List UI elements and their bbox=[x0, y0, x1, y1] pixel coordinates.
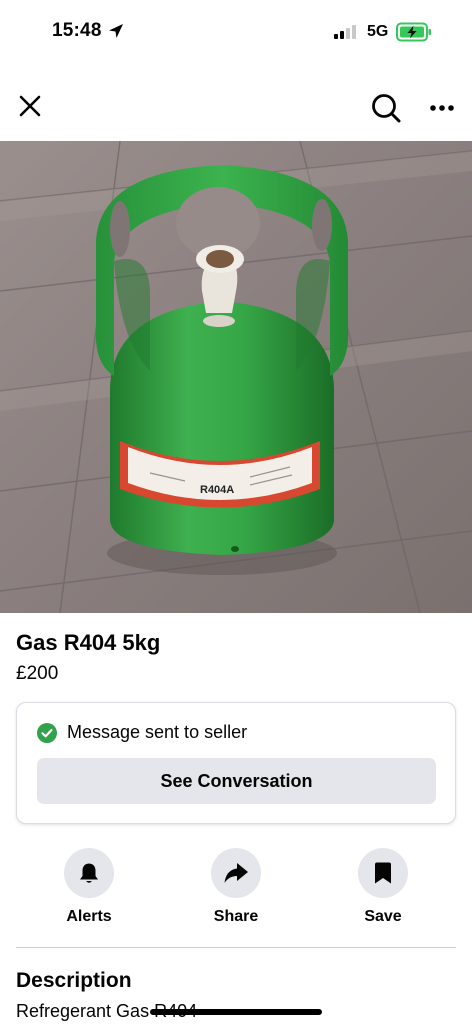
section-divider bbox=[16, 947, 456, 948]
search-icon[interactable] bbox=[368, 90, 404, 126]
save-label: Save bbox=[364, 908, 402, 925]
listing-price: £200 bbox=[16, 663, 59, 684]
message-status-text: Message sent to seller bbox=[67, 722, 248, 742]
share-button[interactable]: Share bbox=[191, 848, 281, 926]
alerts-circle[interactable] bbox=[64, 848, 114, 898]
alerts-label: Alerts bbox=[66, 908, 112, 925]
save-circle[interactable] bbox=[358, 848, 408, 898]
action-bar: Alerts Share Save bbox=[0, 848, 472, 932]
alerts-button[interactable]: Alerts bbox=[44, 848, 134, 926]
check-circle-icon bbox=[37, 723, 57, 743]
description-heading: Description bbox=[16, 969, 132, 992]
network-type: 5G bbox=[367, 23, 389, 40]
gas-cylinder-image: R404A bbox=[0, 141, 472, 613]
signal-strength-icon bbox=[334, 25, 360, 39]
top-navigation bbox=[0, 80, 472, 136]
status-bar: 15:48 5G bbox=[0, 0, 472, 64]
bookmark-icon bbox=[375, 862, 391, 884]
close-icon[interactable] bbox=[14, 90, 46, 122]
share-label: Share bbox=[213, 908, 259, 925]
listing-photo[interactable]: R404A bbox=[0, 141, 472, 613]
listing-title: Gas R404 5kg bbox=[16, 630, 161, 655]
cylinder-label-text: R404A bbox=[200, 484, 234, 496]
save-button[interactable]: Save bbox=[338, 848, 428, 926]
see-conversation-button[interactable]: See Conversation bbox=[37, 758, 436, 804]
more-icon[interactable] bbox=[424, 94, 460, 122]
battery-charging-icon bbox=[396, 22, 431, 42]
location-arrow-icon bbox=[109, 24, 123, 38]
status-time: 15:48 bbox=[52, 20, 102, 41]
share-arrow-icon bbox=[224, 863, 248, 883]
message-sent-card: Message sent to seller See Conversation bbox=[16, 702, 456, 824]
share-circle[interactable] bbox=[211, 848, 261, 898]
bell-icon bbox=[80, 863, 98, 883]
home-indicator bbox=[150, 1009, 322, 1015]
